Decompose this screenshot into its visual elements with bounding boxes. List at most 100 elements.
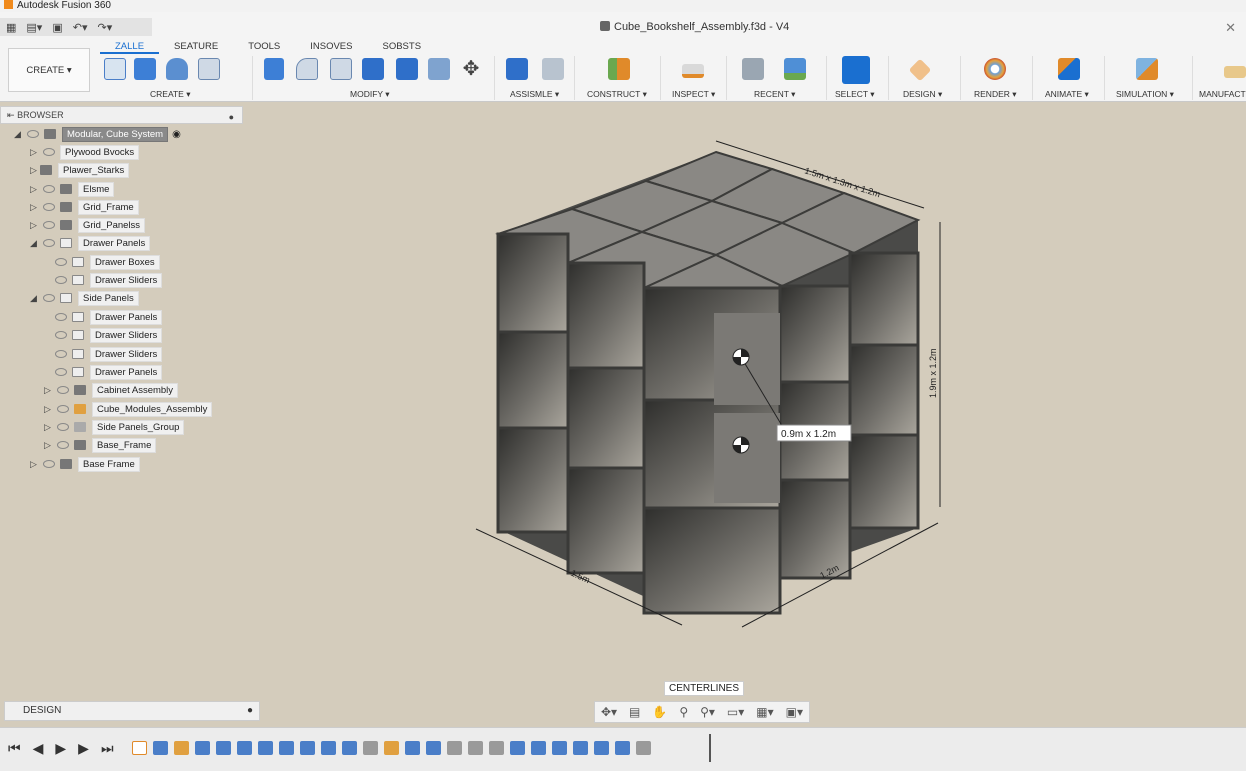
visibility-icon[interactable]: [43, 221, 55, 229]
tree-item[interactable]: Drawer Sliders: [52, 272, 163, 288]
expand-arrow-icon[interactable]: ▷: [44, 422, 54, 433]
component-feature-icon[interactable]: [636, 741, 651, 755]
visibility-icon[interactable]: [55, 331, 67, 339]
create-dropdown-button[interactable]: CREATE ▾: [8, 48, 90, 92]
browser-header[interactable]: ⇤ BROWSER ●: [0, 106, 243, 124]
expand-arrow-icon[interactable]: ▷: [30, 202, 40, 213]
design-tool-icon[interactable]: [908, 58, 932, 82]
joint-origin-icon[interactable]: [542, 58, 564, 80]
tree-item[interactable]: ▷ Base_Frame: [44, 437, 157, 453]
visibility-icon[interactable]: [43, 294, 55, 302]
extrude-feature-icon[interactable]: [342, 741, 357, 755]
component-feature-icon[interactable]: [552, 741, 567, 755]
timeline-marker[interactable]: [709, 734, 711, 762]
tree-item[interactable]: ▷ Base Frame: [30, 456, 140, 472]
assemble-group-label[interactable]: ASSISMLE ▾: [510, 89, 559, 100]
visibility-icon[interactable]: [43, 460, 55, 468]
component-feature-icon[interactable]: [531, 741, 546, 755]
recent-component-icon[interactable]: [742, 58, 764, 80]
3d-viewport[interactable]: 1.5m x 1.3m x 1.2m 1.9m x 1.2m 0.9m x 1.…: [244, 103, 1246, 723]
collapse-arrow-icon[interactable]: ◢: [30, 238, 40, 249]
split-body-icon[interactable]: [396, 58, 418, 80]
expand-arrow-icon[interactable]: ▷: [30, 165, 40, 176]
tree-item[interactable]: ▷ Plawer_Starks: [30, 162, 130, 178]
design-panel[interactable]: DESIGN ●: [4, 701, 260, 721]
file-menu-icon[interactable]: ▤▾: [26, 21, 42, 34]
modify-group-label[interactable]: MODIFY ▾: [350, 89, 390, 100]
undo-icon[interactable]: ↶▾: [73, 21, 88, 34]
extrude-feature-icon[interactable]: [279, 741, 294, 755]
select-group-label[interactable]: SELECT ▾: [835, 89, 875, 100]
visibility-icon[interactable]: [43, 203, 55, 211]
new-component-icon[interactable]: [104, 58, 126, 80]
tab-zalle[interactable]: ZALLE: [100, 40, 160, 54]
move-feature-icon[interactable]: [447, 741, 462, 755]
insert-image-icon[interactable]: [784, 58, 806, 80]
tab-tools[interactable]: TOOLS: [233, 40, 295, 54]
save-icon[interactable]: ▣: [52, 21, 62, 34]
visibility-icon[interactable]: [55, 313, 67, 321]
visibility-icon[interactable]: [55, 368, 67, 376]
joint-feature-icon[interactable]: [174, 741, 189, 755]
extrude-feature-icon[interactable]: [195, 741, 210, 755]
zoom-window-icon[interactable]: ⚲▾: [700, 705, 715, 719]
visibility-icon[interactable]: [57, 441, 69, 449]
extrude-feature-icon[interactable]: [426, 741, 441, 755]
extrude-feature-icon[interactable]: [216, 741, 231, 755]
go-to-end-icon[interactable]: ⏭: [101, 740, 114, 757]
press-pull-icon[interactable]: [264, 58, 284, 80]
expand-arrow-icon[interactable]: ▷: [30, 220, 40, 231]
collapse-arrow-icon[interactable]: ◢: [14, 129, 24, 140]
pin-icon[interactable]: ●: [229, 109, 234, 125]
extrude-feature-icon[interactable]: [258, 741, 273, 755]
animate-icon[interactable]: [1058, 58, 1080, 80]
tree-item[interactable]: Drawer Panels: [52, 309, 163, 325]
expand-arrow-icon[interactable]: ▷: [30, 184, 40, 195]
tree-item[interactable]: ▷ Grid_Panelss: [30, 217, 146, 233]
close-icon[interactable]: ✕: [1225, 20, 1236, 36]
extrude-feature-icon[interactable]: [300, 741, 315, 755]
inspect-group-label[interactable]: INSPECT ▾: [672, 89, 715, 100]
measure-icon[interactable]: [682, 64, 704, 78]
expand-arrow-icon[interactable]: ▷: [44, 385, 54, 396]
collapse-icon[interactable]: ⇤: [7, 110, 15, 120]
tree-item[interactable]: ▷ Elsme: [30, 181, 115, 197]
step-back-icon[interactable]: ◀: [33, 740, 44, 757]
move-feature-icon[interactable]: [468, 741, 483, 755]
expand-arrow-icon[interactable]: ▷: [44, 440, 54, 451]
visibility-icon[interactable]: [55, 258, 67, 266]
cylinder-icon[interactable]: [166, 58, 188, 80]
manufacture-icon[interactable]: [1224, 66, 1246, 78]
tree-item[interactable]: ▷ Cube_Modules_Assembly: [44, 401, 213, 417]
tree-item[interactable]: Drawer Panels: [52, 364, 163, 380]
extrude-feature-icon[interactable]: [321, 741, 336, 755]
tab-sobsts[interactable]: SOBSTS: [368, 40, 437, 54]
grid-icon[interactable]: ▦▾: [756, 705, 773, 719]
tree-item[interactable]: Drawer Boxes: [52, 254, 160, 270]
collapse-arrow-icon[interactable]: ◢: [30, 293, 40, 304]
tree-item[interactable]: ◢ Side Panels: [30, 290, 139, 306]
align-icon[interactable]: [428, 58, 450, 80]
pin-icon[interactable]: ●: [247, 702, 253, 720]
sketch-icon[interactable]: [198, 58, 220, 80]
go-to-start-icon[interactable]: ⏮: [8, 740, 21, 757]
play-icon[interactable]: ▶: [55, 740, 66, 757]
print-icon[interactable]: ▤: [629, 705, 640, 719]
tree-item[interactable]: ▷ Plywood Bvocks: [30, 144, 140, 160]
combine-icon[interactable]: [362, 58, 384, 80]
tree-item[interactable]: ▷ Cabinet Assembly: [44, 382, 179, 398]
visibility-icon[interactable]: [55, 276, 67, 284]
manufacture-group-label[interactable]: MANUFACT: [1199, 89, 1246, 99]
component-feature-icon[interactable]: [510, 741, 525, 755]
extrude-feature-icon[interactable]: [153, 741, 168, 755]
component-feature-icon[interactable]: [615, 741, 630, 755]
move-icon[interactable]: ✥: [460, 58, 482, 80]
box-icon[interactable]: [134, 58, 156, 80]
new-joint-icon[interactable]: [506, 58, 528, 80]
extrude-feature-icon[interactable]: [405, 741, 420, 755]
grid-menu-icon[interactable]: ▦: [6, 21, 16, 34]
simulation-icon[interactable]: [1136, 58, 1158, 80]
expand-arrow-icon[interactable]: ▷: [30, 147, 40, 158]
simulation-group-label[interactable]: SIMULATION ▾: [1116, 89, 1174, 100]
tree-item[interactable]: Drawer Sliders: [52, 327, 163, 343]
